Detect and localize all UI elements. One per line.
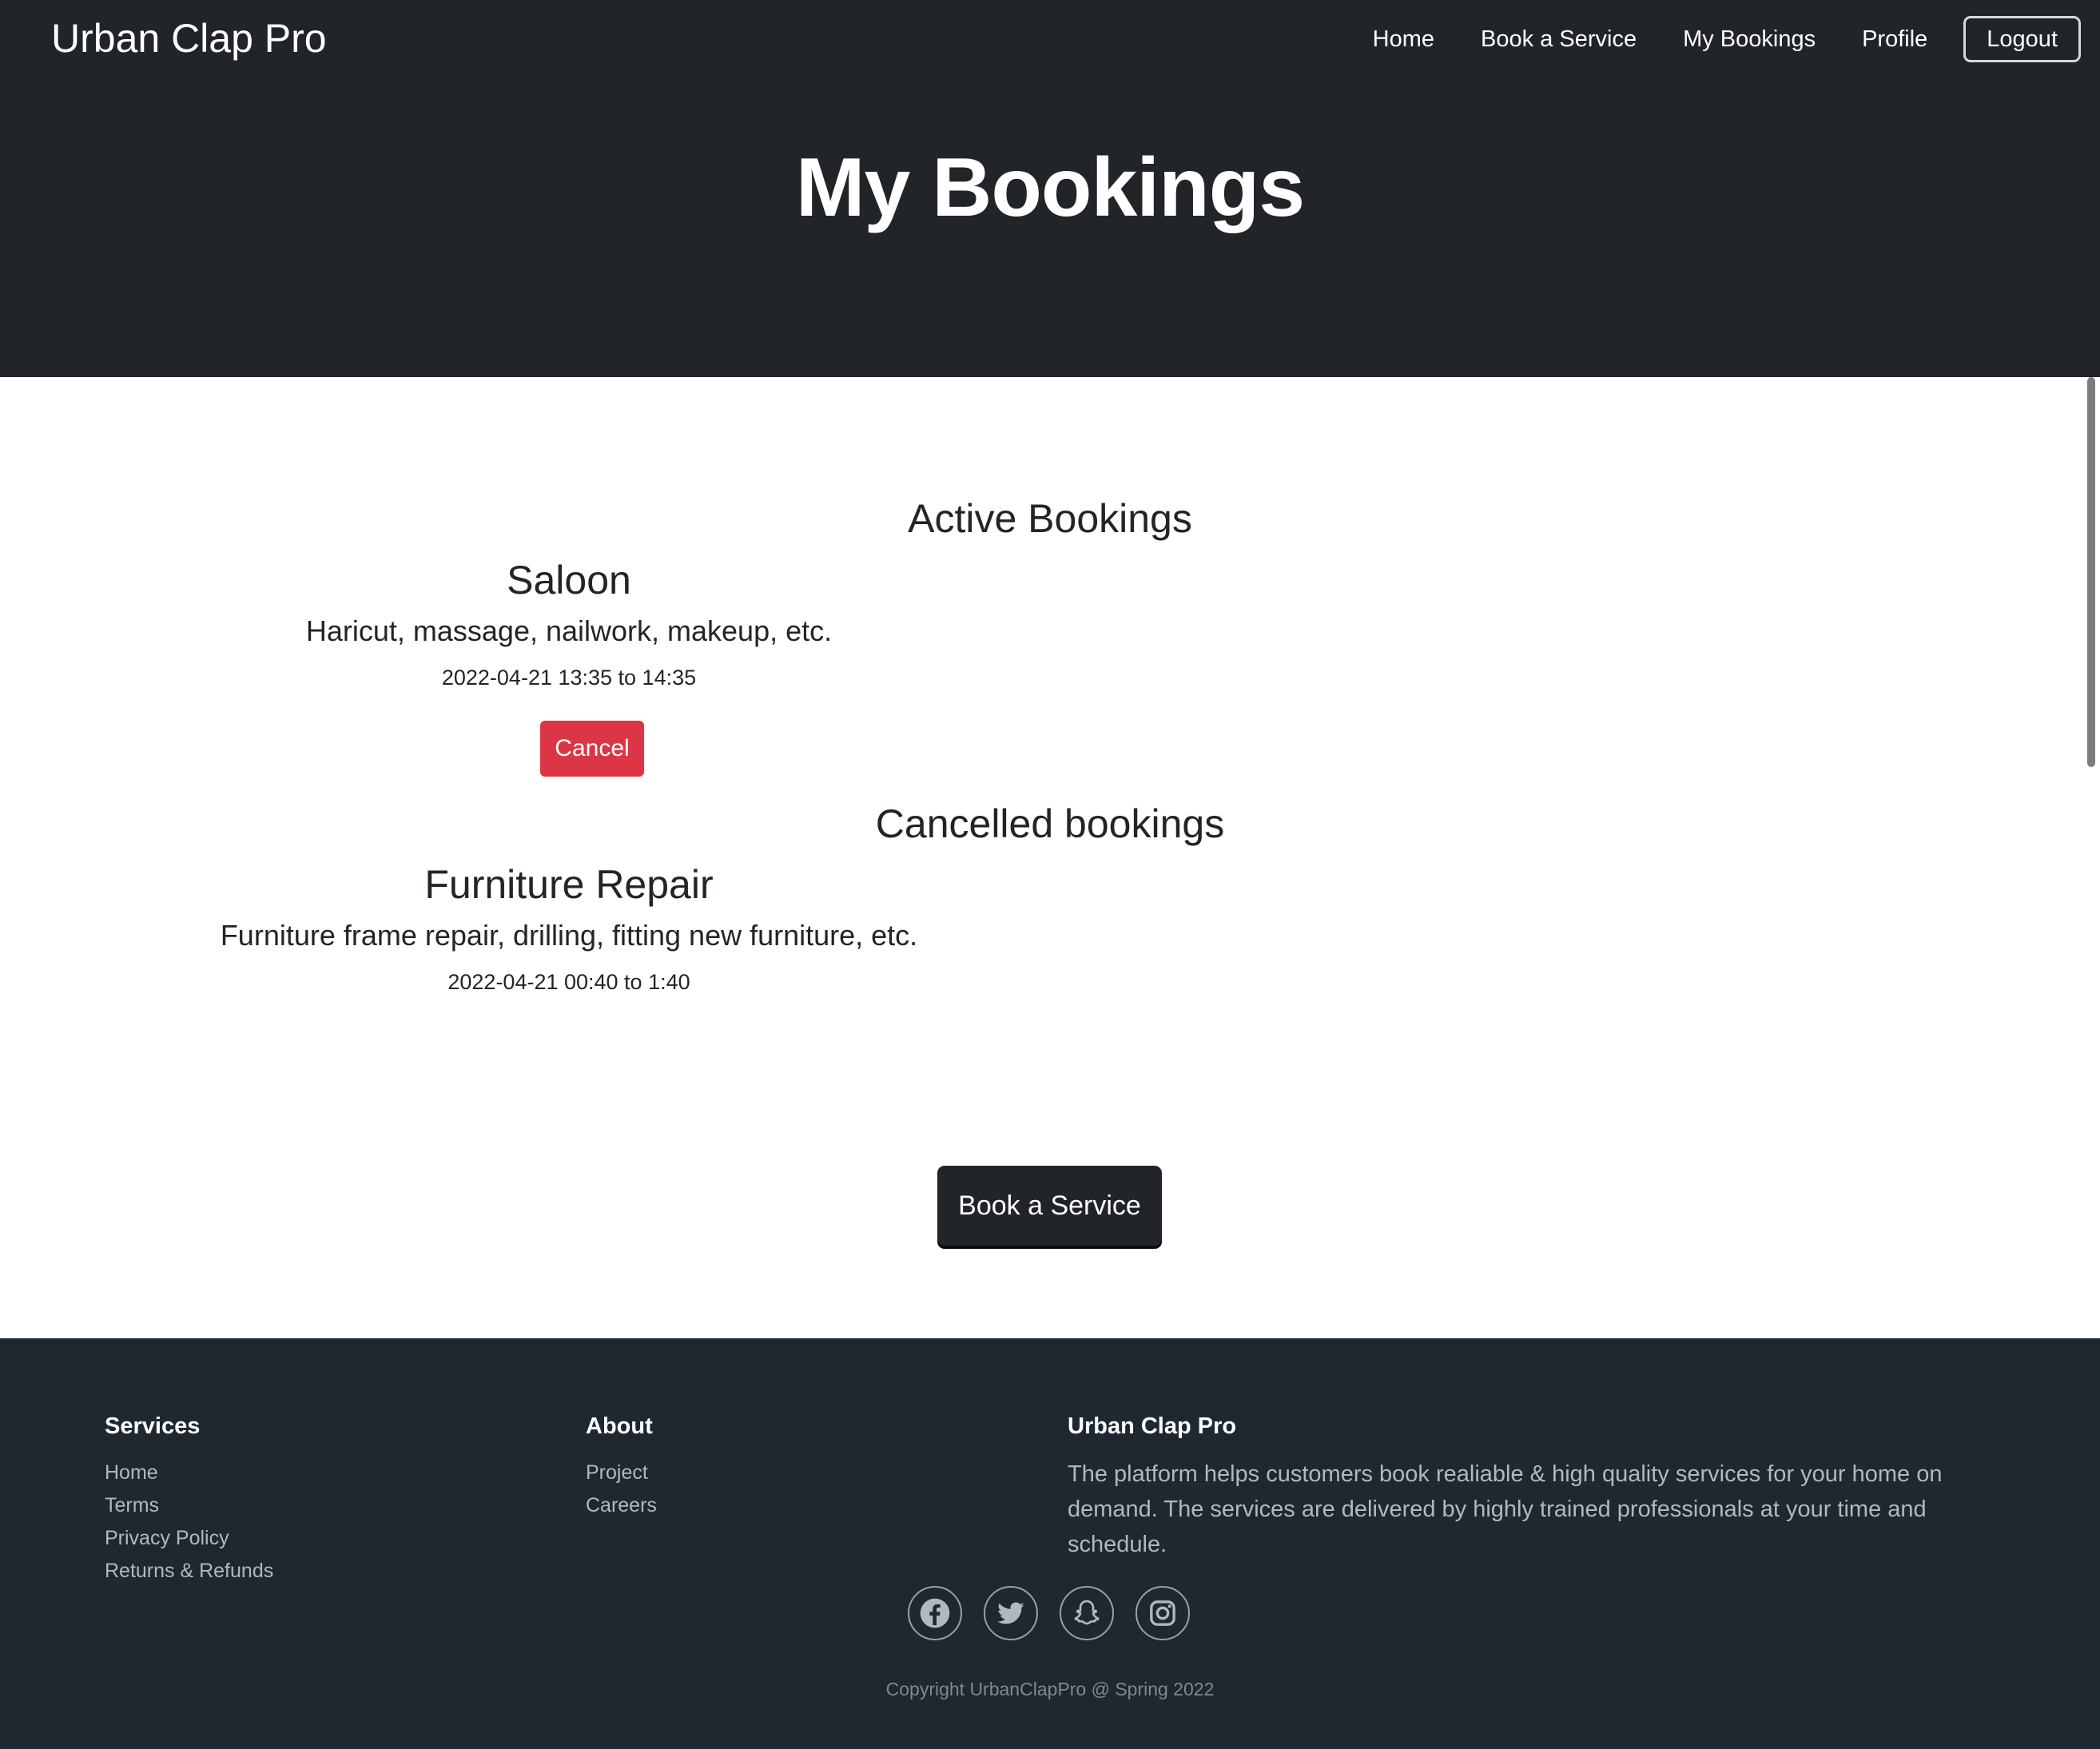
footer-about-heading: About bbox=[586, 1413, 653, 1439]
footer-link-home[interactable]: Home bbox=[105, 1457, 273, 1489]
footer-link-privacy-policy[interactable]: Privacy Policy bbox=[105, 1522, 273, 1555]
booking-time: 2022-04-21 13:35 to 14:35 bbox=[441, 666, 697, 690]
main-nav: Home Book a Service My Bookings Profile … bbox=[1326, 16, 2081, 62]
scrollbar-thumb[interactable] bbox=[2087, 377, 2095, 767]
copyright: Copyright UrbanClapPro @ Spring 2022 bbox=[885, 1679, 1215, 1699]
brand-link[interactable]: Urban Clap Pro bbox=[51, 10, 327, 67]
logout-button[interactable]: Logout bbox=[1963, 16, 2081, 62]
active-booking-item: Saloon Haricut, massage, nailwork, makeu… bbox=[0, 555, 1138, 694]
book-service-button[interactable]: Book a Service bbox=[937, 1166, 1162, 1246]
booking-name: Saloon bbox=[507, 558, 631, 602]
active-bookings-heading: Active Bookings bbox=[908, 496, 1192, 541]
booking-time: 2022-04-21 00:40 to 1:40 bbox=[447, 970, 690, 994]
footer-link-careers[interactable]: Careers bbox=[586, 1489, 657, 1522]
footer-about: About Project Careers bbox=[586, 1410, 657, 1522]
cancelled-booking-item: Furniture Repair Furniture frame repair,… bbox=[0, 859, 1138, 998]
footer-brand-text: The platform helps customers book realia… bbox=[1068, 1461, 1943, 1557]
cancelled-bookings-heading: Cancelled bookings bbox=[875, 801, 1225, 846]
footer: Services Home Terms Privacy Policy Retur… bbox=[0, 1338, 2100, 1749]
footer-link-terms[interactable]: Terms bbox=[105, 1489, 273, 1522]
nav-book-service[interactable]: Book a Service bbox=[1481, 26, 1637, 53]
nav-home[interactable]: Home bbox=[1373, 26, 1434, 53]
footer-link-project[interactable]: Project bbox=[586, 1457, 657, 1489]
scrollbar-track[interactable] bbox=[2082, 0, 2100, 1749]
hero-header: Urban Clap Pro Home Book a Service My Bo… bbox=[0, 0, 2100, 377]
footer-brand-heading: Urban Clap Pro bbox=[1068, 1413, 1237, 1439]
facebook-icon[interactable] bbox=[908, 1586, 962, 1640]
page-title: My Bookings bbox=[795, 141, 1305, 234]
booking-description: Haricut, massage, nailwork, makeup, etc. bbox=[305, 614, 833, 647]
cancel-booking-button[interactable]: Cancel bbox=[540, 721, 644, 777]
twitter-icon[interactable] bbox=[984, 1586, 1038, 1640]
nav-profile[interactable]: Profile bbox=[1862, 26, 1927, 53]
footer-link-returns-refunds[interactable]: Returns & Refunds bbox=[105, 1555, 273, 1588]
booking-name: Furniture Repair bbox=[424, 862, 714, 907]
instagram-icon[interactable] bbox=[1136, 1586, 1190, 1640]
snapchat-icon[interactable] bbox=[1060, 1586, 1114, 1640]
social-links bbox=[908, 1586, 1211, 1640]
booking-description: Furniture frame repair, drilling, fittin… bbox=[220, 919, 918, 952]
footer-services: Services Home Terms Privacy Policy Retur… bbox=[105, 1410, 273, 1588]
nav-my-bookings[interactable]: My Bookings bbox=[1683, 26, 1816, 53]
footer-brand: Urban Clap Pro The platform helps custom… bbox=[1068, 1410, 2026, 1562]
footer-services-heading: Services bbox=[105, 1413, 201, 1439]
